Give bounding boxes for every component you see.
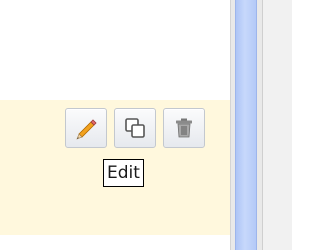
- trash-icon: [176, 118, 192, 138]
- copy-icon: [125, 118, 145, 138]
- edit-button[interactable]: [65, 108, 107, 148]
- pencil-icon: [76, 119, 97, 140]
- adjacent-panel: [262, 0, 292, 250]
- edit-tooltip: Edit: [103, 159, 144, 187]
- copy-button[interactable]: [114, 108, 156, 148]
- delete-button[interactable]: [163, 108, 205, 148]
- scrollbar-thumb[interactable]: [235, 0, 257, 250]
